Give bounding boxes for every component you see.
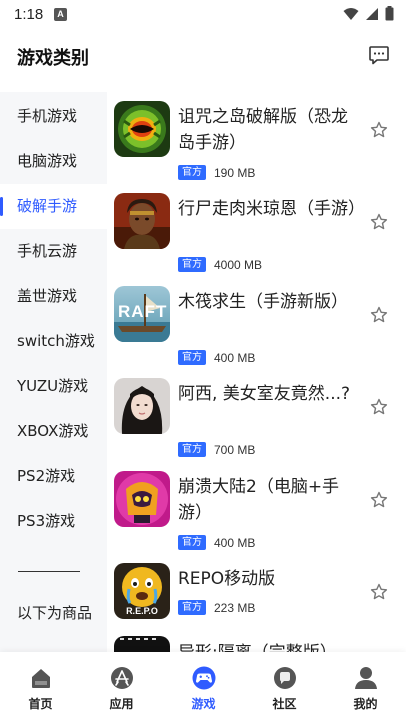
game-size: 223 MB bbox=[214, 600, 256, 615]
status-bar: 1:18 A bbox=[0, 0, 406, 30]
star-favorite-icon[interactable] bbox=[370, 491, 388, 509]
tab-label: 我的 bbox=[353, 697, 378, 711]
game-item[interactable]: 诅咒之岛破解版（恐龙岛手游） 官方 190 MB bbox=[107, 92, 406, 184]
tab-label: 游戏 bbox=[191, 697, 216, 711]
game-icon-alien-isolation bbox=[114, 636, 170, 652]
game-meta: 官方 190 MB bbox=[178, 165, 255, 180]
star-favorite-icon[interactable] bbox=[370, 583, 388, 601]
game-item[interactable]: 行尸走肉米琼恩（手游） 官方 4000 MB bbox=[107, 184, 406, 276]
sidebar-item-xbox-games[interactable]: XBOX游戏 bbox=[0, 409, 107, 454]
battery-icon bbox=[385, 6, 394, 21]
app-header: 游戏类别 bbox=[0, 30, 406, 82]
tab-apps[interactable]: 应用 bbox=[81, 652, 162, 723]
game-icon-roommate bbox=[114, 378, 170, 434]
game-size: 190 MB bbox=[214, 165, 256, 180]
tab-profile[interactable]: 我的 bbox=[325, 652, 406, 723]
game-title: 崩溃大陆2（电脑+手游） bbox=[178, 477, 340, 523]
game-size: 400 MB bbox=[214, 535, 256, 550]
game-title: 异形:隔离（完整版） bbox=[178, 640, 358, 652]
game-icon-raft: RAFT bbox=[114, 286, 170, 342]
game-title: 木筏求生（手游新版） bbox=[178, 292, 348, 312]
game-item[interactable]: RAFT 木筏求生（手游新版） 官方 400 MB bbox=[107, 277, 406, 369]
app-store-icon bbox=[111, 667, 133, 689]
game-meta: 官方 400 MB bbox=[178, 350, 255, 365]
game-meta: 官方 223 MB bbox=[178, 600, 255, 615]
home-icon bbox=[32, 669, 50, 688]
tab-home[interactable]: 首页 bbox=[0, 652, 81, 723]
game-size: 4000 MB bbox=[214, 257, 263, 272]
repo-logo-text: R.E.P.O bbox=[126, 606, 158, 616]
game-item[interactable]: 异形:隔离（完整版） bbox=[107, 628, 406, 652]
tab-label: 首页 bbox=[28, 697, 53, 711]
gamepad-icon bbox=[192, 666, 216, 690]
category-sidebar: 手机游戏 电脑游戏 破解手游 手机云游 盖世游戏 switch游戏 YUZU游戏… bbox=[0, 92, 107, 652]
game-title: 行尸走肉米琼恩（手游） bbox=[178, 199, 365, 219]
sidebar-item-products[interactable]: 以下为商品 bbox=[0, 591, 107, 636]
sidebar-item-pc-games[interactable]: 电脑游戏 bbox=[0, 139, 107, 184]
sidebar-item-mobile-games[interactable]: 手机游戏 bbox=[0, 94, 107, 139]
game-title: REPO移动版 bbox=[178, 569, 276, 589]
game-meta: 官方 4000 MB bbox=[178, 257, 262, 272]
raft-logo-text: RAFT bbox=[118, 302, 168, 321]
signal-icon bbox=[366, 7, 378, 20]
status-icons bbox=[343, 6, 394, 21]
wifi-icon bbox=[343, 7, 359, 20]
game-size: 400 MB bbox=[214, 350, 256, 365]
official-badge: 官方 bbox=[178, 257, 206, 272]
tab-label: 应用 bbox=[109, 697, 134, 711]
sidebar-item-switch-games[interactable]: switch游戏 bbox=[0, 319, 107, 364]
chat-bubble-icon bbox=[274, 667, 296, 689]
tab-label: 社区 bbox=[272, 697, 297, 711]
official-badge: 官方 bbox=[178, 600, 206, 615]
star-favorite-icon[interactable] bbox=[370, 213, 388, 231]
sidebar-item-yuzu-games[interactable]: YUZU游戏 bbox=[0, 364, 107, 409]
game-list: 诅咒之岛破解版（恐龙岛手游） 官方 190 MB 行尸走肉米琼恩（手游） 官方 … bbox=[107, 92, 406, 652]
sidebar-divider bbox=[18, 571, 80, 572]
page-title: 游戏类别 bbox=[17, 48, 89, 69]
star-favorite-icon[interactable] bbox=[370, 306, 388, 324]
game-title: 诅咒之岛破解版（恐龙岛手游） bbox=[178, 107, 348, 153]
notification-icon: A bbox=[54, 8, 67, 21]
profile-icon bbox=[355, 667, 377, 689]
sidebar-item-cracked-mobile[interactable]: 破解手游 bbox=[0, 184, 107, 229]
tab-games[interactable]: 游戏 bbox=[163, 652, 244, 723]
game-icon-crashlands bbox=[114, 471, 170, 527]
game-meta: 官方 700 MB bbox=[178, 442, 255, 457]
game-item[interactable]: 阿西, 美女室友竟然...? 官方 700 MB bbox=[107, 369, 406, 461]
game-meta: 官方 400 MB bbox=[178, 535, 255, 550]
game-item[interactable]: 崩溃大陆2（电脑+手游） 官方 400 MB bbox=[107, 462, 406, 554]
star-favorite-icon[interactable] bbox=[370, 398, 388, 416]
official-badge: 官方 bbox=[178, 350, 206, 365]
sidebar-item-ps3-games[interactable]: PS3游戏 bbox=[0, 499, 107, 544]
bottom-navigation: 首页 应用 游戏 社区 我的 bbox=[0, 652, 406, 723]
official-badge: 官方 bbox=[178, 442, 206, 457]
sidebar-item-gaishi-games[interactable]: 盖世游戏 bbox=[0, 274, 107, 319]
game-icon-walking-dead bbox=[114, 193, 170, 249]
message-icon[interactable] bbox=[368, 44, 390, 66]
official-badge: 官方 bbox=[178, 165, 206, 180]
status-time: 1:18 bbox=[14, 6, 44, 23]
sidebar-item-ps2-games[interactable]: PS2游戏 bbox=[0, 454, 107, 499]
official-badge: 官方 bbox=[178, 535, 206, 550]
sidebar-item-cloud-games[interactable]: 手机云游 bbox=[0, 229, 107, 274]
game-size: 700 MB bbox=[214, 442, 256, 457]
tab-community[interactable]: 社区 bbox=[244, 652, 325, 723]
game-icon-dino-island bbox=[114, 101, 170, 157]
star-favorite-icon[interactable] bbox=[370, 121, 388, 139]
game-icon-repo: R.E.P.O bbox=[114, 563, 170, 619]
game-title: 阿西, 美女室友竟然...? bbox=[178, 384, 351, 404]
